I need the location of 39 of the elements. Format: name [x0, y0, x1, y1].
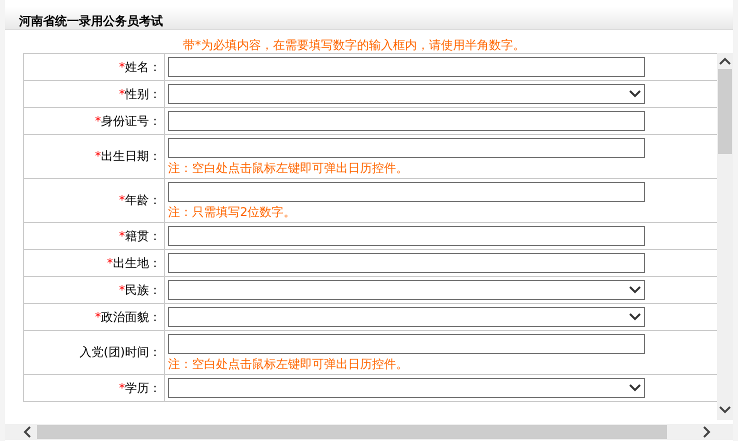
scroll-thumb[interactable]: [718, 69, 732, 154]
field-label: *性别：: [119, 86, 161, 100]
horizontal-scrollbar[interactable]: [5, 424, 733, 440]
field-note: 注：空白处点击鼠标左键即可弹出日历控件。: [168, 357, 408, 371]
chevron-up-icon: [719, 57, 731, 65]
field-note: 注：只需填写2位数字。: [168, 205, 296, 219]
chevron-left-icon: [23, 426, 31, 438]
select-field[interactable]: [168, 280, 645, 300]
input-field[interactable]: [168, 253, 645, 273]
scroll-thumb[interactable]: [37, 425, 667, 440]
field-label: *出生地：: [107, 256, 161, 270]
window-title: 河南省统一录用公务员考试: [19, 13, 163, 30]
input-field[interactable]: [168, 138, 645, 158]
notice-text: 带*为必填内容，在需要填写数字的输入框内，请使用半角数字。: [183, 38, 525, 52]
field-label: *民族：: [119, 282, 161, 296]
input-field[interactable]: [168, 182, 645, 202]
field-label: *年龄：: [119, 193, 161, 207]
input-field[interactable]: [168, 57, 645, 77]
chevron-down-icon: [629, 90, 641, 98]
select-field[interactable]: [168, 84, 645, 104]
field-label: *政治面貌：: [95, 310, 161, 324]
field-label: *籍贯：: [119, 228, 161, 242]
field-note: 注：空白处点击鼠标左键即可弹出日历控件。: [168, 161, 408, 175]
input-field[interactable]: [168, 334, 645, 354]
chevron-down-icon: [629, 384, 641, 392]
input-field[interactable]: [168, 111, 645, 131]
chevron-down-icon: [629, 313, 641, 321]
select-field[interactable]: [168, 307, 645, 327]
field-label: *出生日期：: [95, 149, 161, 163]
select-field[interactable]: [168, 378, 645, 398]
vertical-scrollbar[interactable]: [717, 53, 733, 420]
chevron-right-icon: [703, 426, 711, 438]
field-label: *学历：: [119, 380, 161, 394]
chevron-down-icon: [629, 286, 641, 294]
field-label: *身份证号：: [95, 114, 161, 128]
chevron-down-icon: [719, 406, 731, 414]
field-label: *姓名：: [119, 60, 161, 74]
input-field[interactable]: [168, 226, 645, 246]
field-label: 入党(团)时间：: [80, 345, 161, 359]
